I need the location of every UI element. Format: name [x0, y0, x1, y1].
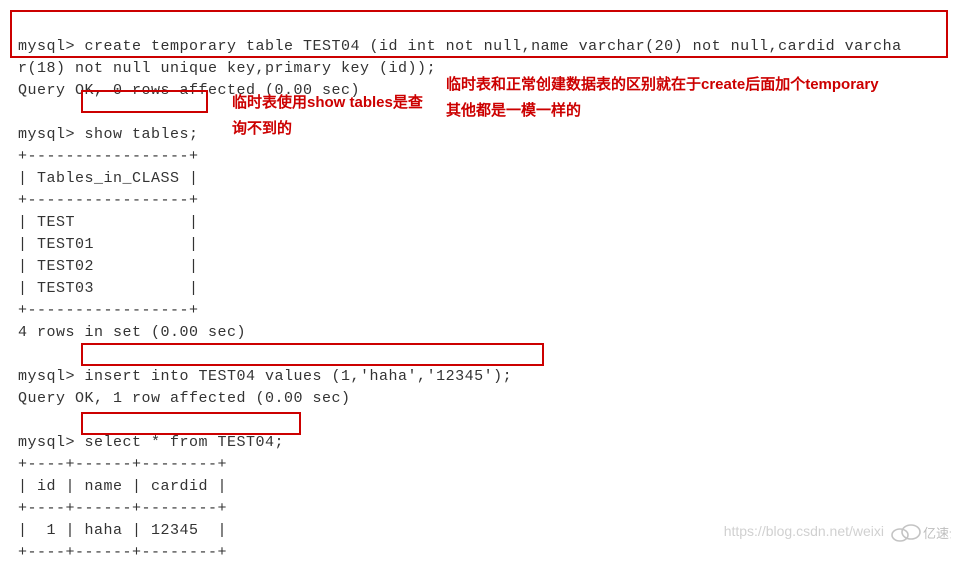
create-stmt-line1: mysql> create temporary table TEST04 (id…: [18, 38, 902, 55]
annotation-show-tables: 临时表使用show tables是查询不到的: [232, 90, 432, 142]
annotation-temporary: 临时表和正常创建数据表的区别就在于create后面加个temporary 其他都…: [446, 72, 946, 124]
table-border: +-----------------+: [18, 302, 199, 319]
table-border: +-----------------+: [18, 192, 199, 209]
table-row: | TEST |: [18, 214, 199, 231]
select-stmt: mysql> select * from TEST04;: [18, 434, 284, 451]
table-border: +-----------------+: [18, 148, 199, 165]
select-border: +----+------+--------+: [18, 544, 227, 561]
insert-stmt: mysql> insert into TEST04 values (1,'hah…: [18, 368, 512, 385]
table-header: | Tables_in_CLASS |: [18, 170, 199, 187]
svg-text:亿速云: 亿速云: [923, 526, 951, 541]
logo-brand: 亿速云: [889, 518, 951, 546]
show-stmt: mysql> show tables;: [18, 126, 199, 143]
select-row: | 1 | haha | 12345 |: [18, 522, 227, 539]
create-stmt-line2: r(18) not null unique key,primary key (i…: [18, 60, 436, 77]
insert-result: Query OK, 1 row affected (0.00 sec): [18, 390, 351, 407]
table-row: | TEST02 |: [18, 258, 199, 275]
annotation-temporary-line1: 临时表和正常创建数据表的区别就在于create后面加个temporary: [446, 76, 879, 93]
select-border: +----+------+--------+: [18, 456, 227, 473]
select-border: +----+------+--------+: [18, 500, 227, 517]
select-header: | id | name | cardid |: [18, 478, 227, 495]
table-row: | TEST01 |: [18, 236, 199, 253]
table-row: | TEST03 |: [18, 280, 199, 297]
show-result: 4 rows in set (0.00 sec): [18, 324, 246, 341]
annotation-temporary-line2: 其他都是一模一样的: [446, 102, 581, 119]
